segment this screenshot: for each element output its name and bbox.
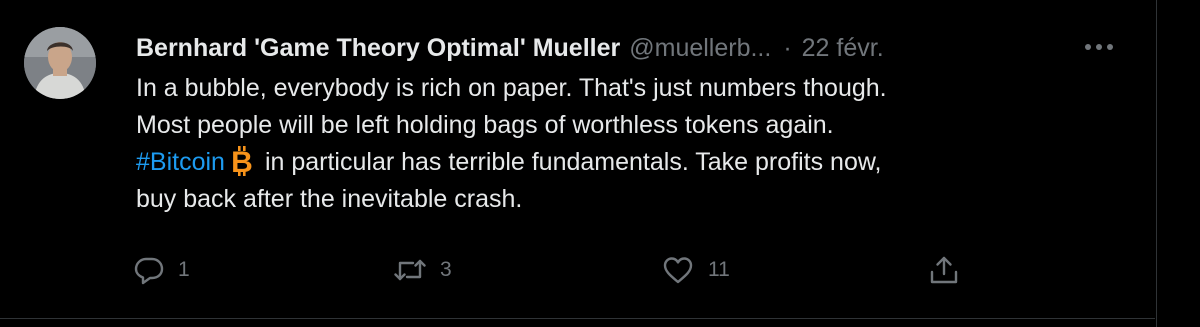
display-name[interactable]: Bernhard 'Game Theory Optimal' Mueller [136,34,620,63]
avatar[interactable] [24,27,96,99]
reply-button[interactable]: 1 [134,250,190,290]
timeline-border [1156,0,1157,327]
tweet-text-line-3: #Bitcoin B in particular has terrible fu… [136,144,1136,181]
handle[interactable]: @muellerb... [629,34,771,63]
heart-icon [663,257,693,284]
tweet[interactable]: Bernhard 'Game Theory Optimal' Mueller @… [0,0,1155,319]
more-icon [1085,44,1113,50]
tweet-text-line-4: buy back after the inevitable crash. [136,185,523,213]
tweet-date[interactable]: 22 févr. [802,34,884,63]
separator-dot: · [783,33,792,62]
share-button[interactable] [928,250,960,290]
tweet-text-line-2: Most people will be left holding bags of… [136,111,834,139]
reply-icon [134,257,164,285]
tweet-text: In a bubble, everybody is rich on paper.… [136,70,1136,218]
tweet-header: Bernhard 'Game Theory Optimal' Mueller @… [136,30,884,66]
like-count: 11 [708,258,730,281]
avatar-photo [24,27,96,99]
share-icon [930,256,958,284]
retweet-count: 3 [440,258,452,281]
more-options-button[interactable] [1076,34,1122,60]
tweet-actions: 1 3 11 [0,250,1155,290]
retweet-icon [394,259,426,281]
svg-text:B: B [231,146,253,176]
tweet-text-line-1: In a bubble, everybody is rich on paper.… [136,74,887,102]
reply-count: 1 [178,258,190,281]
retweet-button[interactable]: 3 [394,250,452,290]
bitcoin-icon: B [231,146,253,176]
hashtag-bitcoin[interactable]: #Bitcoin [136,148,225,176]
like-button[interactable]: 11 [662,250,730,290]
tweet-text-line-3-rest: in particular has terrible fundamentals.… [264,148,882,176]
